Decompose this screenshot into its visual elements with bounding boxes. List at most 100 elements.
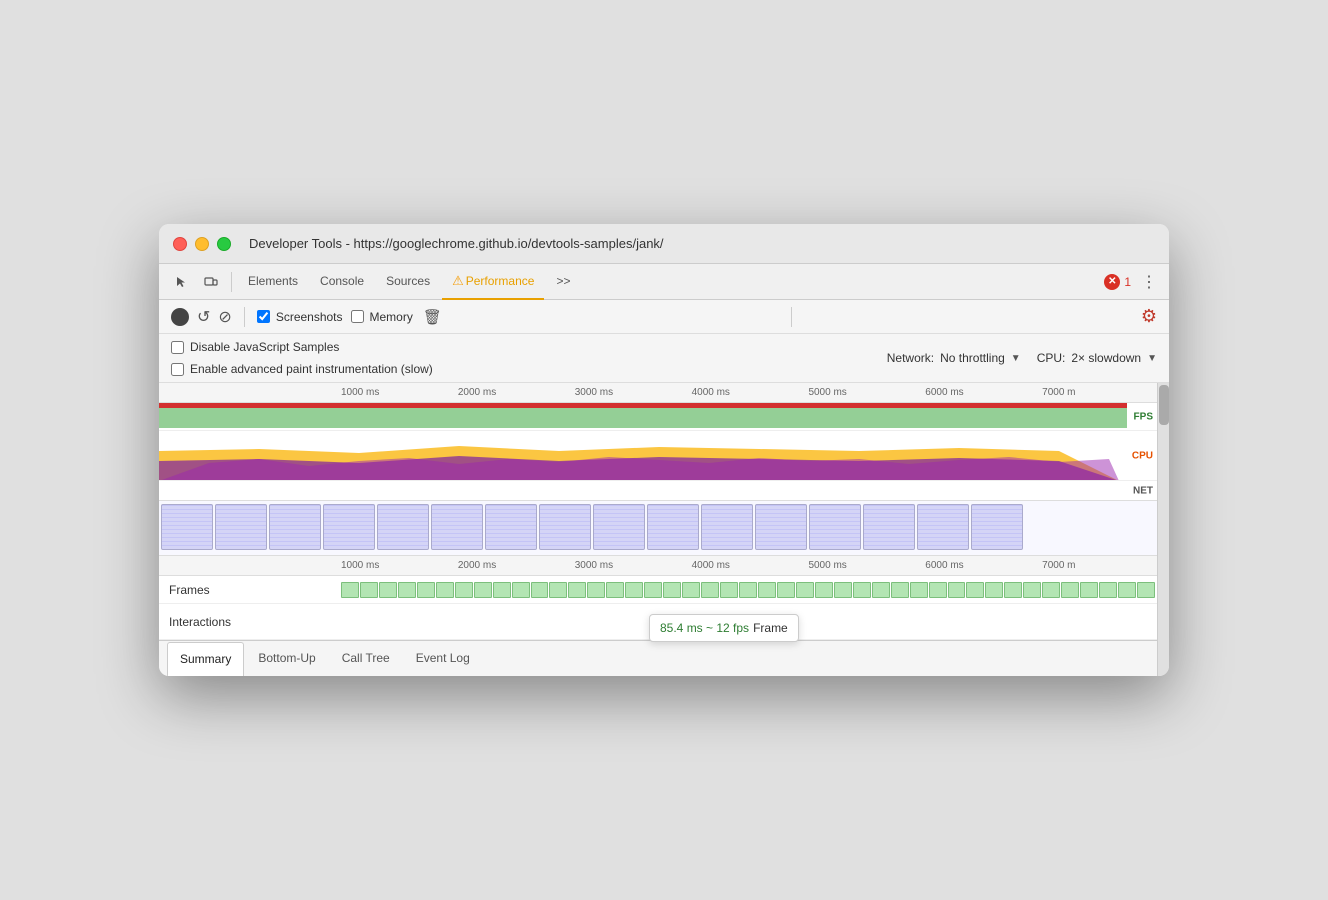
gear-icon[interactable]: ⚙ <box>1141 306 1157 327</box>
frame-block[interactable] <box>644 582 662 598</box>
tab-more[interactable]: >> <box>546 264 580 300</box>
frame-block[interactable] <box>682 582 700 598</box>
frame-block[interactable] <box>815 582 833 598</box>
frame-block[interactable] <box>872 582 890 598</box>
cpu-label: CPU: <box>1037 351 1066 365</box>
frame-block[interactable] <box>341 582 359 598</box>
frame-block[interactable] <box>929 582 947 598</box>
tab-call-tree[interactable]: Call Tree <box>330 641 402 677</box>
scrollbar-thumb[interactable] <box>1159 385 1169 425</box>
cursor-icon[interactable] <box>167 268 195 296</box>
close-button[interactable] <box>173 237 187 251</box>
frame-block[interactable] <box>1023 582 1041 598</box>
screenshot-thumb[interactable] <box>647 504 699 550</box>
screenshots-label: Screenshots <box>276 310 343 324</box>
screenshot-thumb[interactable] <box>323 504 375 550</box>
screenshot-thumb[interactable] <box>269 504 321 550</box>
frame-block[interactable] <box>1118 582 1136 598</box>
scrollbar-track[interactable] <box>1157 383 1169 676</box>
frame-block[interactable] <box>360 582 378 598</box>
frame-block[interactable] <box>1061 582 1079 598</box>
bottom-ruler-marks: 1000 ms 2000 ms 3000 ms 4000 ms 5000 ms … <box>339 560 1157 571</box>
cpu-svg <box>159 431 1127 480</box>
cpu-dropdown[interactable]: CPU: 2× slowdown ▼ <box>1037 351 1157 365</box>
tab-performance[interactable]: ⚠ Performance <box>442 264 544 300</box>
screenshot-thumb[interactable] <box>377 504 429 550</box>
frame-block[interactable] <box>1099 582 1117 598</box>
frame-block[interactable] <box>663 582 681 598</box>
screenshots-checkbox[interactable] <box>257 310 270 323</box>
tab-summary[interactable]: Summary <box>167 642 244 677</box>
frame-block[interactable] <box>966 582 984 598</box>
tooltip-fps-text: 85.4 ms ~ 12 fps <box>660 621 749 635</box>
frame-block[interactable] <box>720 582 738 598</box>
network-value: No throttling <box>940 351 1005 365</box>
frame-block[interactable] <box>417 582 435 598</box>
frame-block[interactable] <box>587 582 605 598</box>
tab-console[interactable]: Console <box>310 264 374 300</box>
frame-block[interactable] <box>549 582 567 598</box>
trash-icon[interactable]: 🗑 <box>423 308 442 326</box>
frame-block[interactable] <box>436 582 454 598</box>
kebab-menu-icon[interactable]: ⋮ <box>1137 272 1161 292</box>
screenshot-thumb[interactable] <box>917 504 969 550</box>
screenshot-thumb[interactable] <box>809 504 861 550</box>
ruler-mark-0: 1000 ms <box>339 387 456 398</box>
memory-checkbox-label[interactable]: Memory <box>351 310 413 324</box>
memory-checkbox[interactable] <box>351 310 364 323</box>
frame-block[interactable] <box>568 582 586 598</box>
frame-block[interactable] <box>739 582 757 598</box>
tab-elements[interactable]: Elements <box>238 264 308 300</box>
device-toggle-icon[interactable] <box>197 268 225 296</box>
cpu-value: 2× slowdown <box>1071 351 1141 365</box>
frame-block[interactable] <box>1080 582 1098 598</box>
maximize-button[interactable] <box>217 237 231 251</box>
frame-block[interactable] <box>531 582 549 598</box>
screenshot-thumb[interactable] <box>539 504 591 550</box>
toolbar-separator <box>244 307 245 327</box>
frame-block[interactable] <box>796 582 814 598</box>
frame-block[interactable] <box>493 582 511 598</box>
network-dropdown[interactable]: Network: No throttling ▼ <box>887 351 1021 365</box>
screenshot-thumb[interactable] <box>701 504 753 550</box>
screenshot-thumb[interactable] <box>161 504 213 550</box>
screenshot-thumb[interactable] <box>485 504 537 550</box>
frame-block[interactable] <box>891 582 909 598</box>
frame-block[interactable] <box>474 582 492 598</box>
frame-block[interactable] <box>1004 582 1022 598</box>
tab-event-log[interactable]: Event Log <box>404 641 482 677</box>
frame-block[interactable] <box>1137 582 1155 598</box>
frame-block[interactable] <box>1042 582 1060 598</box>
frame-block[interactable] <box>948 582 966 598</box>
frame-block[interactable] <box>455 582 473 598</box>
reload-record-button[interactable]: ↺ <box>197 307 210 327</box>
frame-block[interactable] <box>758 582 776 598</box>
clear-button[interactable]: ⊘ <box>218 307 231 327</box>
screenshot-thumb[interactable] <box>431 504 483 550</box>
fps-green-area <box>159 408 1127 428</box>
screenshots-checkbox-label[interactable]: Screenshots <box>257 310 343 324</box>
screenshot-thumb[interactable] <box>863 504 915 550</box>
frame-block[interactable] <box>853 582 871 598</box>
record-button[interactable] <box>171 308 189 326</box>
frame-block[interactable] <box>985 582 1003 598</box>
frame-block[interactable] <box>398 582 416 598</box>
screenshot-thumb[interactable] <box>215 504 267 550</box>
tab-sources[interactable]: Sources <box>376 264 440 300</box>
screenshot-thumb[interactable] <box>593 504 645 550</box>
frame-block[interactable] <box>910 582 928 598</box>
frame-block[interactable] <box>379 582 397 598</box>
minimize-button[interactable] <box>195 237 209 251</box>
frame-block[interactable] <box>777 582 795 598</box>
tab-bottom-up[interactable]: Bottom-Up <box>246 641 327 677</box>
options-right: Network: No throttling ▼ CPU: 2× slowdow… <box>887 351 1157 365</box>
frame-block[interactable] <box>834 582 852 598</box>
enable-paint-checkbox[interactable] <box>171 363 184 376</box>
frame-block[interactable] <box>512 582 530 598</box>
disable-js-checkbox[interactable] <box>171 341 184 354</box>
frame-block[interactable] <box>625 582 643 598</box>
screenshot-thumb[interactable] <box>755 504 807 550</box>
screenshot-thumb[interactable] <box>971 504 1023 550</box>
frame-block[interactable] <box>606 582 624 598</box>
frame-block[interactable] <box>701 582 719 598</box>
